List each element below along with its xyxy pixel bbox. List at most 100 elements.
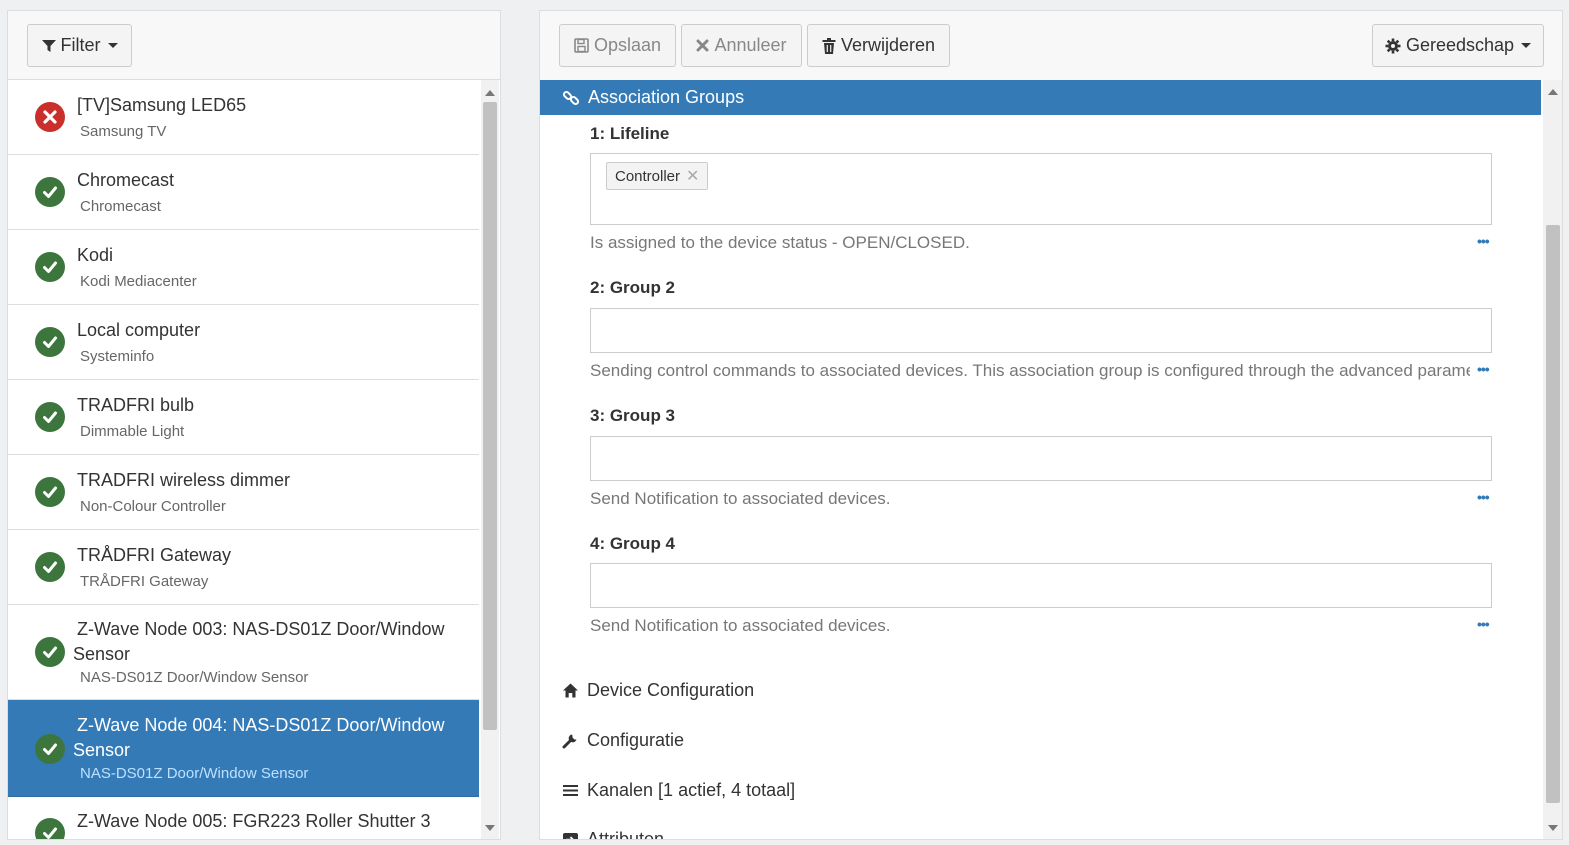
group-title: 2: Group 2	[590, 278, 676, 297]
home-icon	[563, 683, 578, 698]
check-status-icon	[35, 637, 65, 667]
delete-button[interactable]: Verwijderen	[807, 24, 950, 67]
save-button[interactable]: Opslaan	[559, 24, 676, 67]
member-tag: Controller ✕	[606, 162, 709, 190]
check-status-icon	[35, 252, 65, 282]
gear-icon	[1385, 38, 1401, 53]
group-description: Is assigned to the device status - OPEN/…	[590, 233, 970, 252]
more-icon[interactable]: •••	[1477, 233, 1490, 249]
section-label: Configuratie	[587, 730, 685, 750]
tools-label: Gereedschap	[1405, 35, 1515, 55]
thing-item-tradfri-bulb[interactable]: TRADFRI bulb Dimmable Light	[8, 380, 479, 455]
detail-scrollbar[interactable]	[1543, 80, 1562, 839]
group-title: 1: Lifeline	[590, 124, 670, 143]
group-1-members-input[interactable]: Controller ✕	[590, 153, 1492, 225]
save-icon	[574, 38, 589, 53]
cancel-label: Annuleer	[714, 35, 787, 55]
thing-item-tradfri-dimmer[interactable]: TRADFRI wireless dimmer Non-Colour Contr…	[8, 455, 479, 530]
section-label: Attributen	[587, 829, 665, 840]
close-icon	[696, 39, 709, 52]
check-status-icon	[35, 734, 65, 764]
thing-name: Chromecast	[77, 170, 175, 190]
check-status-icon	[35, 552, 65, 582]
scrollbar-thumb[interactable]	[483, 102, 497, 730]
thing-type: TRÅDFRI Gateway	[80, 573, 209, 590]
scroll-down-arrow[interactable]	[1548, 825, 1558, 831]
remove-tag-icon[interactable]: ✕	[686, 166, 699, 186]
caret-down-icon	[1521, 43, 1532, 48]
thing-list-panel: Filter [TV]Samsung LED65 Samsung TV Chro…	[7, 10, 501, 840]
error-status-icon	[35, 102, 65, 132]
wrench-icon	[562, 734, 577, 749]
group-2-members-input[interactable]	[590, 308, 1492, 353]
tools-dropdown-button[interactable]: Gereedschap	[1372, 24, 1544, 67]
group-title: 4: Group 4	[590, 534, 676, 553]
device-configuration-section[interactable]: Device Configuration	[562, 680, 754, 701]
association-groups-header[interactable]: Association Groups	[540, 80, 1541, 115]
thing-name: Z-Wave Node 003: NAS-DS01Z Door/Window S…	[73, 619, 445, 664]
thing-item-zwave-node-004[interactable]: Z-Wave Node 004: NAS-DS01Z Door/Window S…	[8, 700, 479, 797]
thing-type: Chromecast	[80, 198, 161, 215]
attributen-section[interactable]: Attributen	[562, 829, 665, 840]
scroll-up-arrow[interactable]	[485, 90, 495, 96]
thing-item-chromecast[interactable]: Chromecast Chromecast	[8, 155, 479, 230]
check-status-icon	[35, 177, 65, 207]
more-icon[interactable]: •••	[1477, 361, 1490, 377]
filter-label: Filter	[60, 35, 101, 55]
group-title: 3: Group 3	[590, 406, 676, 425]
group-description: Send Notification to associated devices.	[590, 489, 891, 508]
delete-label: Verwijderen	[840, 35, 936, 55]
thing-name: Local computer	[77, 320, 201, 340]
link-icon	[562, 90, 580, 105]
sign-in-icon	[563, 833, 578, 839]
thing-type: NAS-DS01Z Door/Window Sensor	[80, 765, 309, 782]
thing-type: Systeminfo	[80, 348, 155, 365]
cancel-button[interactable]: Annuleer	[681, 24, 802, 67]
thing-type: Kodi Mediacenter	[80, 273, 197, 290]
check-status-icon	[35, 818, 65, 839]
more-icon[interactable]: •••	[1477, 616, 1490, 632]
kanalen-section[interactable]: Kanalen [1 actief, 4 totaal]	[562, 780, 795, 801]
thing-type: Non-Colour Controller	[80, 498, 226, 515]
thing-type: NAS-DS01Z Door/Window Sensor	[80, 669, 309, 686]
thing-item-zwave-node-005[interactable]: Z-Wave Node 005: FGR223 Roller Shutter 3	[8, 797, 479, 839]
thing-name: TRADFRI bulb	[77, 395, 195, 415]
member-tag-label: Controller	[615, 167, 681, 185]
configuratie-section[interactable]: Configuratie	[562, 730, 684, 751]
thing-name: TRADFRI wireless dimmer	[77, 470, 291, 490]
detail-toolbar: Opslaan Annuleer Verwijderen Gereedschap	[540, 11, 1562, 80]
scroll-up-arrow[interactable]	[1548, 89, 1558, 95]
more-icon[interactable]: •••	[1477, 489, 1490, 505]
thing-item-samsung-tv[interactable]: [TV]Samsung LED65 Samsung TV	[8, 80, 479, 155]
thing-list-scrollbar[interactable]	[481, 80, 499, 839]
trash-icon	[822, 37, 836, 54]
section-label: Device Configuration	[587, 680, 755, 700]
thing-name: TRÅDFRI Gateway	[77, 545, 232, 565]
check-status-icon	[35, 402, 65, 432]
scrollbar-thumb[interactable]	[1546, 225, 1560, 803]
thing-name: Kodi	[77, 245, 114, 265]
group-3-members-input[interactable]	[590, 436, 1492, 481]
section-label: Kanalen [1 actief, 4 totaal]	[587, 780, 796, 800]
group-description: Send Notification to associated devices.	[590, 616, 891, 635]
scroll-down-arrow[interactable]	[485, 825, 495, 831]
group-description: Sending control commands to associated d…	[590, 361, 1470, 380]
left-toolbar: Filter	[8, 11, 500, 80]
check-status-icon	[35, 327, 65, 357]
thing-type: Samsung TV	[80, 123, 167, 140]
thing-item-local-computer[interactable]: Local computer Systeminfo	[8, 305, 479, 380]
group-4-members-input[interactable]	[590, 563, 1492, 608]
caret-down-icon	[107, 43, 118, 48]
thing-item-zwave-node-003[interactable]: Z-Wave Node 003: NAS-DS01Z Door/Window S…	[8, 605, 479, 700]
save-label: Opslaan	[593, 35, 662, 55]
filter-button[interactable]: Filter	[27, 24, 132, 67]
thing-list: [TV]Samsung LED65 Samsung TV Chromecast …	[8, 80, 479, 839]
thing-name: Z-Wave Node 005: FGR223 Roller Shutter 3	[77, 811, 431, 831]
thing-item-tradfri-gateway[interactable]: TRÅDFRI Gateway TRÅDFRI Gateway	[8, 530, 479, 605]
filter-icon	[41, 39, 56, 52]
thing-item-kodi[interactable]: Kodi Kodi Mediacenter	[8, 230, 479, 305]
check-status-icon	[35, 477, 65, 507]
thing-name: Z-Wave Node 004: NAS-DS01Z Door/Window S…	[73, 715, 445, 760]
list-icon	[563, 785, 578, 796]
association-groups-title: Association Groups	[588, 87, 745, 107]
